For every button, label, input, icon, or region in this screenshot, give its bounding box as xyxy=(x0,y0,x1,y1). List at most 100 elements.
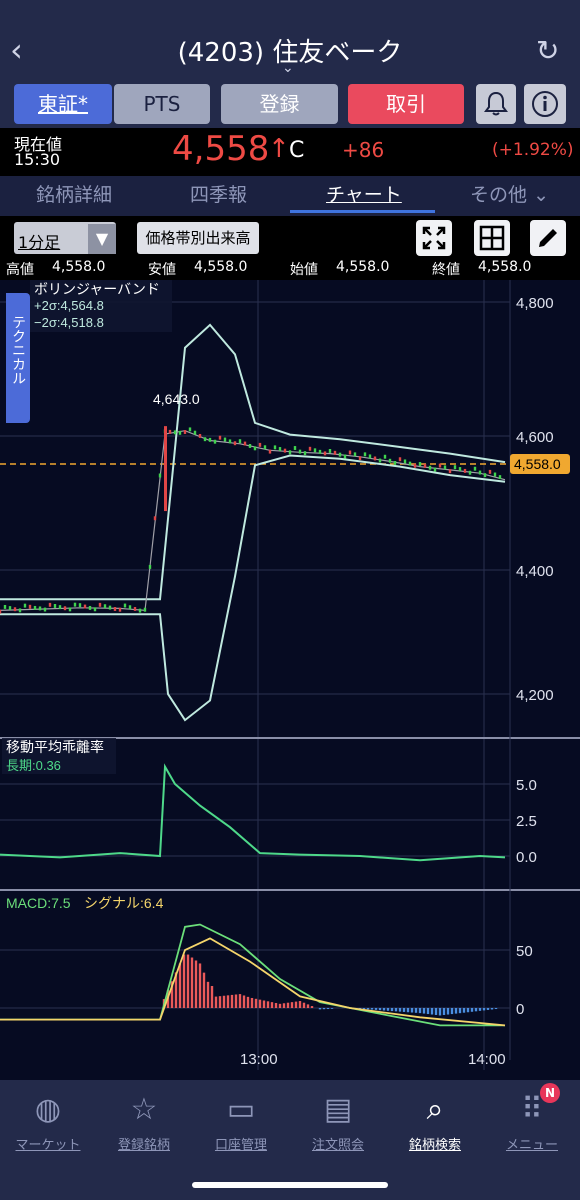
candle xyxy=(388,458,392,463)
trade-button[interactable]: 取引 xyxy=(348,84,464,124)
open-value: 4,558.0 xyxy=(336,259,390,275)
tab-chart[interactable]: チャート xyxy=(326,180,402,207)
macd-bar xyxy=(234,994,238,1008)
candle xyxy=(343,454,347,459)
candle xyxy=(243,441,247,446)
candle xyxy=(498,475,502,480)
bell-icon[interactable] xyxy=(476,84,516,124)
macd-bar xyxy=(190,957,194,1008)
nav-search-label: 銘柄検索 xyxy=(408,1138,461,1153)
tab-other-label: その他 xyxy=(470,184,528,206)
macd-bar xyxy=(454,1008,458,1014)
pencil-icon[interactable] xyxy=(530,220,566,256)
macd-bar xyxy=(438,1008,442,1016)
candle xyxy=(8,606,12,611)
macd-bar xyxy=(278,1003,282,1008)
tab-other[interactable]: その他 ⌄ xyxy=(470,180,549,207)
nav-account[interactable]: ▭ 口座管理 xyxy=(193,1090,289,1153)
current-price-tag-text: 4,558.0 xyxy=(514,456,561,472)
current-price: 4,558 xyxy=(172,129,270,169)
fullscreen-icon[interactable] xyxy=(416,220,452,256)
macd-bar xyxy=(222,995,226,1008)
macd-bar xyxy=(386,1008,390,1011)
candle xyxy=(458,467,462,471)
candle xyxy=(38,606,42,611)
macd-bar xyxy=(238,994,242,1008)
pts-button[interactable]: PTS xyxy=(114,84,210,124)
caret-down-icon[interactable]: ▼ xyxy=(88,224,116,254)
candle xyxy=(23,603,27,608)
register-button[interactable]: 登録 xyxy=(221,84,338,124)
price-axis-label: 4,800 xyxy=(516,295,554,312)
time-axis-label: 13:00 xyxy=(240,1051,278,1068)
candle xyxy=(443,465,447,470)
card-icon: ▭ xyxy=(226,1092,256,1127)
nav-orders[interactable]: ▤ 注文照会 xyxy=(290,1090,386,1153)
macd-bar xyxy=(210,986,214,1008)
candle xyxy=(0,609,2,614)
chevron-down-icon: ⌄ xyxy=(533,184,549,206)
candle xyxy=(273,445,277,450)
macd-bar xyxy=(470,1008,474,1012)
macd-bar xyxy=(246,996,250,1008)
macd-axis-label: 50 xyxy=(516,943,533,960)
macd-bar xyxy=(302,1002,306,1008)
price-change-percent: (+1.92%) xyxy=(492,140,574,160)
tab-shikiho[interactable]: 四季報 xyxy=(190,180,247,207)
macd-bar xyxy=(422,1008,426,1014)
bollinger-legend-title: ボリンジャーバンド xyxy=(34,281,160,297)
candle xyxy=(393,460,397,465)
nav-market-label: マーケット xyxy=(15,1138,81,1153)
nav-market[interactable]: ◍ マーケット xyxy=(0,1090,96,1153)
candle xyxy=(168,429,172,434)
nav-search[interactable]: ⌕ 銘柄検索 xyxy=(387,1090,483,1153)
time-axis-label: 14:00 xyxy=(468,1051,506,1068)
macd-bar xyxy=(370,1008,374,1010)
candle xyxy=(328,449,332,453)
macd-bar xyxy=(230,994,234,1008)
deviation-long-legend: 長期:0.36 xyxy=(6,758,61,773)
macd-bar xyxy=(374,1008,378,1010)
candle xyxy=(203,437,207,442)
refresh-icon[interactable]: ↻ xyxy=(536,34,559,67)
stock-chart[interactable]: 4,800 4,600 4,400 4,200 5.0 2.5 0.0 50 0… xyxy=(0,280,580,1080)
candle xyxy=(313,448,317,453)
grid-layout-icon[interactable] xyxy=(474,220,510,256)
nav-watchlist[interactable]: ☆ 登録銘柄 xyxy=(96,1090,192,1153)
chevron-down-icon[interactable]: ⌄ xyxy=(282,60,294,76)
info-icon[interactable] xyxy=(524,84,566,124)
candle xyxy=(453,465,457,470)
macd-bar xyxy=(414,1008,418,1013)
active-tab-indicator xyxy=(290,210,435,213)
volume-profile-button[interactable]: 価格帯別出来高 xyxy=(137,222,259,254)
candle xyxy=(368,454,372,459)
candle xyxy=(148,564,152,569)
macd-bar xyxy=(218,996,222,1008)
candle xyxy=(253,446,257,451)
candle xyxy=(63,606,67,611)
candle xyxy=(133,606,137,611)
candle xyxy=(208,437,212,442)
tosho-button[interactable]: 東証* xyxy=(14,84,112,124)
candlesticks xyxy=(0,426,502,614)
macd-legend: MACD:7.5 xyxy=(6,895,71,911)
signal-line xyxy=(0,937,506,1027)
candle xyxy=(478,470,482,475)
macd-bar xyxy=(286,1002,290,1008)
macd-bar xyxy=(298,1001,302,1008)
macd-bar xyxy=(294,1001,298,1008)
bollinger-upper-line xyxy=(0,323,506,601)
signal-legend: シグナル:6.4 xyxy=(84,895,164,911)
candle xyxy=(198,433,202,438)
candle xyxy=(153,516,157,521)
macd-bar xyxy=(482,1008,486,1011)
deviation-axis-label: 2.5 xyxy=(516,813,537,830)
tab-stock-detail[interactable]: 銘柄詳細 xyxy=(36,180,112,207)
macd-bar xyxy=(486,1008,490,1010)
candle xyxy=(43,607,47,612)
nav-menu[interactable]: ⠿ メニュー xyxy=(484,1090,580,1153)
macd-bar xyxy=(442,1008,446,1015)
open-label: 始値 xyxy=(290,262,318,278)
price-axis-label: 4,600 xyxy=(516,429,554,446)
technical-side-tab-label: テクニカル xyxy=(10,315,26,385)
